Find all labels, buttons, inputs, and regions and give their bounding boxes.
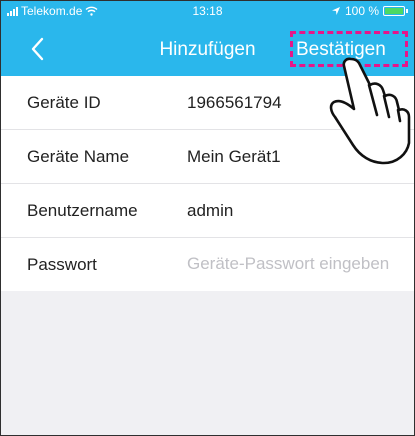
battery-icon <box>383 6 405 16</box>
pointing-hand-icon <box>329 57 411 165</box>
device-id-label: Geräte ID <box>27 93 101 112</box>
password-label: Passwort <box>27 255 97 274</box>
password-input[interactable] <box>187 251 407 277</box>
battery-percent: 100 % <box>344 4 379 18</box>
status-bar: Telekom.de 13:18 100 % <box>1 1 414 21</box>
app-screen: Telekom.de 13:18 100 % Hinzufügen Bestät… <box>0 0 415 436</box>
username-label: Benutzername <box>27 201 138 220</box>
device-name-value[interactable]: Mein Gerät1 <box>187 147 281 167</box>
location-icon <box>331 7 340 15</box>
device-name-label: Geräte Name <box>27 147 130 166</box>
password-row[interactable]: Passwort <box>1 238 414 291</box>
device-id-value[interactable]: 1966561794 <box>187 93 282 113</box>
username-value[interactable]: admin <box>187 201 233 221</box>
battery-tip <box>406 9 408 13</box>
status-right-group: 100 % <box>331 4 408 18</box>
username-row[interactable]: Benutzername admin <box>1 184 414 238</box>
